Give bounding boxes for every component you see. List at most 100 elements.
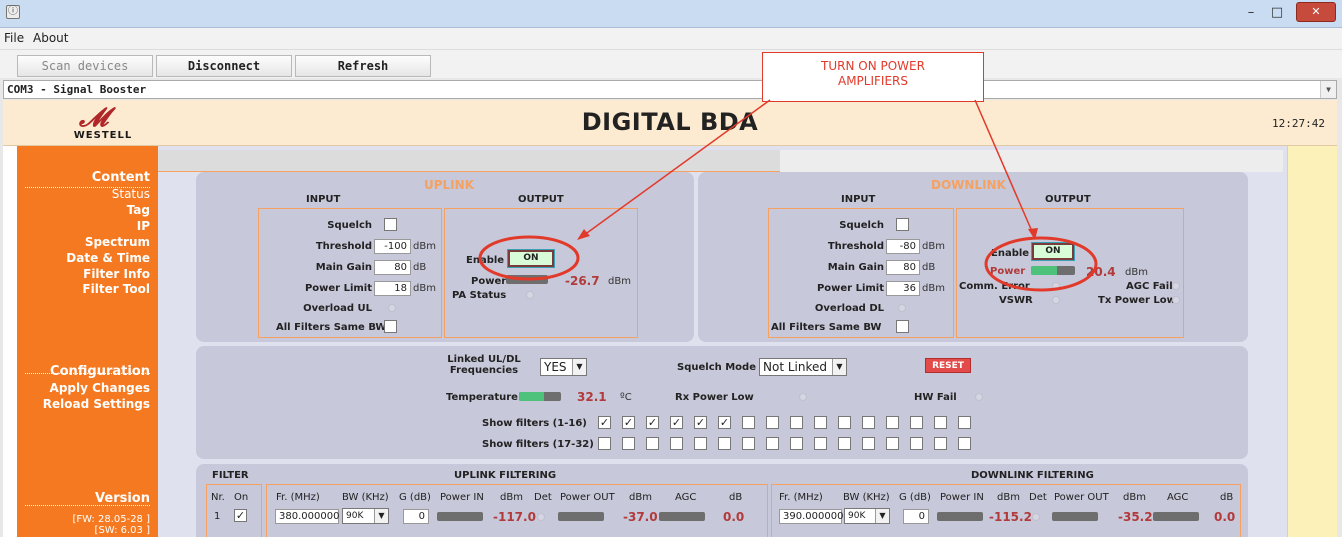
sidebar-item-date-time[interactable]: Date & Time <box>66 250 150 266</box>
show-filter-checkbox-8[interactable] <box>766 416 779 429</box>
show-filter-17-32-checkbox-10[interactable] <box>814 437 827 450</box>
sidebar-item-status[interactable]: Status <box>112 186 150 202</box>
filter-row-on-checkbox[interactable]: ✓ <box>234 509 247 522</box>
show-filter-checkbox-9[interactable] <box>790 416 803 429</box>
show-filter-17-32-checkbox-3[interactable] <box>646 437 659 450</box>
reset-button[interactable]: RESET <box>925 358 971 373</box>
show-filter-17-32-checkbox-11[interactable] <box>838 437 851 450</box>
show-filter-checkbox-15[interactable] <box>934 416 947 429</box>
show-filter-checkbox-14[interactable] <box>910 416 923 429</box>
show-filter-17-32-checkbox-8[interactable] <box>766 437 779 450</box>
show-filter-checkbox-12[interactable] <box>862 416 875 429</box>
menu-file[interactable]: File <box>4 31 24 45</box>
chevron-down-icon[interactable]: ▼ <box>572 359 586 375</box>
squelch-mode-select[interactable]: Not Linked ▼ <box>759 358 847 376</box>
show-filter-17-32-checkbox-15[interactable] <box>934 437 947 450</box>
downlink-squelch-checkbox[interactable] <box>896 218 909 231</box>
uplink-enable-toggle[interactable]: ON <box>507 249 555 268</box>
show-filter-checkbox-11[interactable] <box>838 416 851 429</box>
restore-button[interactable]: □ <box>1264 4 1290 22</box>
show-filter-checkbox-4[interactable]: ✓ <box>670 416 683 429</box>
close-button[interactable]: ✕ <box>1296 2 1336 22</box>
uplink-enable-label: Enable <box>466 255 505 266</box>
ul-frequency-input[interactable]: 380.000000 <box>275 509 339 524</box>
show-filter-17-32-checkbox-16[interactable] <box>958 437 971 450</box>
show-filter-17-32-checkbox-2[interactable] <box>622 437 635 450</box>
sidebar-item-filter-tool[interactable]: Filter Tool <box>82 281 150 297</box>
uplink-overload-label: Overload UL <box>303 303 372 314</box>
scan-devices-button[interactable]: Scan devices <box>17 55 153 77</box>
show-filter-17-32-checkbox-5[interactable] <box>694 437 707 450</box>
dl-frequency-input[interactable]: 390.000000 <box>779 509 843 524</box>
show-filter-checkbox-16[interactable] <box>958 416 971 429</box>
uplink-squelch-checkbox[interactable] <box>384 218 397 231</box>
uplink-pa-status-label: PA Status <box>452 290 507 301</box>
sidebar-item-ip[interactable]: IP <box>137 218 150 234</box>
minimize-button[interactable]: – <box>1238 4 1264 22</box>
ul-power-in-value: -117.0 <box>493 510 536 524</box>
dl-fr-header: Fr. (MHz) <box>779 492 823 503</box>
show-filter-17-32-checkbox-13[interactable] <box>886 437 899 450</box>
show-filter-17-32-checkbox-14[interactable] <box>910 437 923 450</box>
sidebar-item-apply-changes[interactable]: Apply Changes <box>50 380 150 396</box>
show-filter-checkbox-7[interactable] <box>742 416 755 429</box>
ul-agc-bar <box>659 512 705 521</box>
nr-column-header: Nr. <box>211 492 225 503</box>
dl-bandwidth-select[interactable]: 90K ▼ <box>844 508 890 524</box>
chevron-down-icon[interactable]: ▼ <box>875 509 889 523</box>
refresh-button[interactable]: Refresh <box>295 55 431 77</box>
downlink-power-limit-input[interactable]: 36 <box>886 281 920 296</box>
show-filter-17-32-checkbox-1[interactable] <box>598 437 611 450</box>
uplink-title: UPLINK <box>424 178 474 192</box>
uplink-threshold-input[interactable]: -100 <box>374 239 411 254</box>
menu-about[interactable]: About <box>33 31 68 45</box>
ul-agc-header: AGC <box>675 492 697 503</box>
sidebar-item-spectrum[interactable]: Spectrum <box>85 234 150 250</box>
linked-label-line2: Frequencies <box>449 365 519 376</box>
downlink-title: DOWNLINK <box>931 178 1006 192</box>
show-filter-checkbox-3[interactable]: ✓ <box>646 416 659 429</box>
show-filter-checkbox-13[interactable] <box>886 416 899 429</box>
dl-gain-input[interactable]: 0 <box>903 509 929 524</box>
show-filter-checkbox-10[interactable] <box>814 416 827 429</box>
sidebar-item-reload-settings[interactable]: Reload Settings <box>43 396 150 412</box>
show-filter-checkbox-6[interactable]: ✓ <box>718 416 731 429</box>
chevron-down-icon[interactable]: ▼ <box>1320 81 1336 98</box>
downlink-main-gain-input[interactable]: 80 <box>886 260 920 275</box>
ul-det-led <box>537 513 545 521</box>
ul-g-header: G (dB) <box>399 492 431 503</box>
app-header: 𝓜 WESTELL DIGITAL BDA 12:27:42 <box>3 100 1337 146</box>
show-filter-17-32-checkbox-4[interactable] <box>670 437 683 450</box>
ul-power-out-header: Power OUT <box>560 492 615 503</box>
downlink-output-heading: OUTPUT <box>1045 194 1091 205</box>
show-filter-checkbox-1[interactable]: ✓ <box>598 416 611 429</box>
right-panel-strip <box>1287 146 1337 537</box>
sidebar-item-filter-info[interactable]: Filter Info <box>83 266 150 282</box>
linked-frequencies-select[interactable]: YES ▼ <box>540 358 587 376</box>
device-select[interactable]: COM3 - Signal Booster ▼ <box>3 80 1337 99</box>
device-select-value: COM3 - Signal Booster <box>7 83 147 96</box>
show-filter-17-32-checkbox-6[interactable] <box>718 437 731 450</box>
show-filter-checkbox-5[interactable]: ✓ <box>694 416 707 429</box>
sidebar-item-tag[interactable]: Tag <box>127 202 150 218</box>
downlink-comm-error-led <box>1052 282 1060 290</box>
uplink-main-gain-input[interactable]: 80 <box>374 260 411 275</box>
chevron-down-icon[interactable]: ▼ <box>832 359 846 375</box>
software-version: [SW: 6.03 ] <box>94 525 150 536</box>
chevron-down-icon[interactable]: ▼ <box>374 509 388 523</box>
show-filter-17-32-checkbox-12[interactable] <box>862 437 875 450</box>
uplink-same-bw-checkbox[interactable] <box>384 320 397 333</box>
disconnect-button[interactable]: Disconnect <box>156 55 292 77</box>
show-filter-17-32-checkbox-9[interactable] <box>790 437 803 450</box>
ul-bandwidth-select[interactable]: 90K ▼ <box>342 508 389 524</box>
downlink-same-bw-checkbox[interactable] <box>896 320 909 333</box>
show-filter-17-32-checkbox-7[interactable] <box>742 437 755 450</box>
downlink-threshold-input[interactable]: -80 <box>886 239 920 254</box>
dl-g-header: G (dB) <box>899 492 931 503</box>
downlink-enable-toggle[interactable]: ON <box>1031 242 1075 261</box>
linked-frequencies-value: YES <box>544 360 567 374</box>
ul-gain-input[interactable]: 0 <box>403 509 429 524</box>
ul-power-in-header: Power IN <box>440 492 484 503</box>
uplink-power-limit-input[interactable]: 18 <box>374 281 411 296</box>
show-filter-checkbox-2[interactable]: ✓ <box>622 416 635 429</box>
